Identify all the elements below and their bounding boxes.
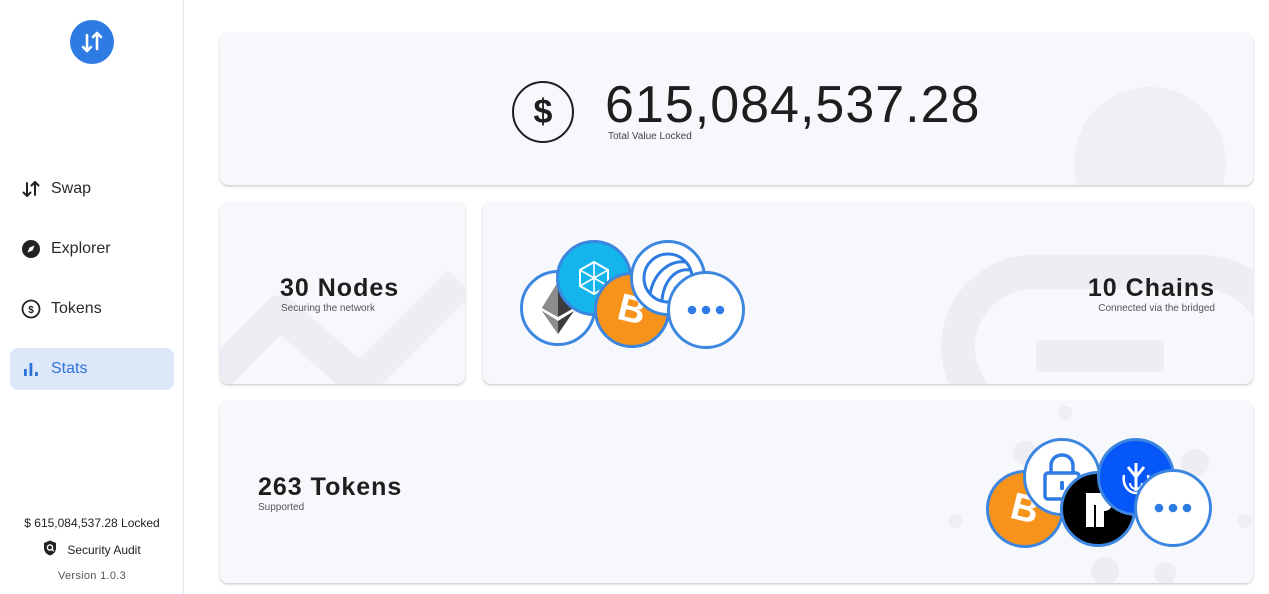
chains-count: 10 Chains xyxy=(1087,274,1215,302)
shield-search-icon xyxy=(43,540,57,559)
nodes-card: 30 Nodes Securing the network xyxy=(220,202,465,384)
chains-card: B 10 Chains Connected via the bridged xyxy=(483,202,1253,384)
tvl-card: $ 615,084,537.28 Total Value Locked xyxy=(220,33,1253,185)
chains-subtitle: Connected via the bridged xyxy=(1098,303,1215,314)
sidebar-item-label: Tokens xyxy=(51,300,102,317)
tokens-card: B 263 Tokens Supported xyxy=(220,401,1253,583)
nodes-count: 30 Nodes xyxy=(280,274,400,302)
svg-text:$: $ xyxy=(28,305,34,316)
sidebar: Swap Explorer $ Tokens Stats $ 615,084,5… xyxy=(0,0,184,594)
dollar-icon: $ xyxy=(512,81,574,143)
sidebar-item-stats[interactable]: Stats xyxy=(10,348,174,390)
version-label: Version 1.0.3 xyxy=(57,570,127,582)
bar-chart-icon xyxy=(21,359,41,379)
security-audit-label: Security Audit xyxy=(67,542,141,557)
swap-arrows-logo-icon xyxy=(81,31,103,53)
token-exchange-icon: $ xyxy=(21,299,41,319)
tokens-count: 263 Tokens xyxy=(258,473,403,501)
sidebar-nav: Swap Explorer $ Tokens Stats xyxy=(10,168,174,408)
tokens-subtitle: Supported xyxy=(258,502,305,513)
more-tokens-icon[interactable] xyxy=(1134,469,1212,547)
security-audit-link[interactable]: Security Audit xyxy=(0,540,184,559)
nodes-subtitle: Securing the network xyxy=(281,303,375,314)
tvl-label: Total Value Locked xyxy=(608,131,692,142)
sidebar-item-label: Swap xyxy=(51,180,92,197)
sidebar-item-tokens[interactable]: $ Tokens xyxy=(10,288,174,330)
sidebar-item-explorer[interactable]: Explorer xyxy=(10,228,174,270)
more-chains-icon[interactable] xyxy=(667,271,745,349)
swap-arrows-logo[interactable] xyxy=(70,20,114,64)
swap-arrows-icon xyxy=(21,179,41,199)
locked-total: $ 615,084,537.28 Locked xyxy=(24,516,160,530)
sidebar-item-label: Explorer xyxy=(51,240,111,257)
sidebar-item-label: Stats xyxy=(51,360,88,377)
tvl-value: 615,084,537.28 xyxy=(605,76,981,134)
compass-icon xyxy=(21,239,41,259)
sidebar-item-swap[interactable]: Swap xyxy=(10,168,174,210)
decorative-circle-icon xyxy=(1074,87,1226,185)
